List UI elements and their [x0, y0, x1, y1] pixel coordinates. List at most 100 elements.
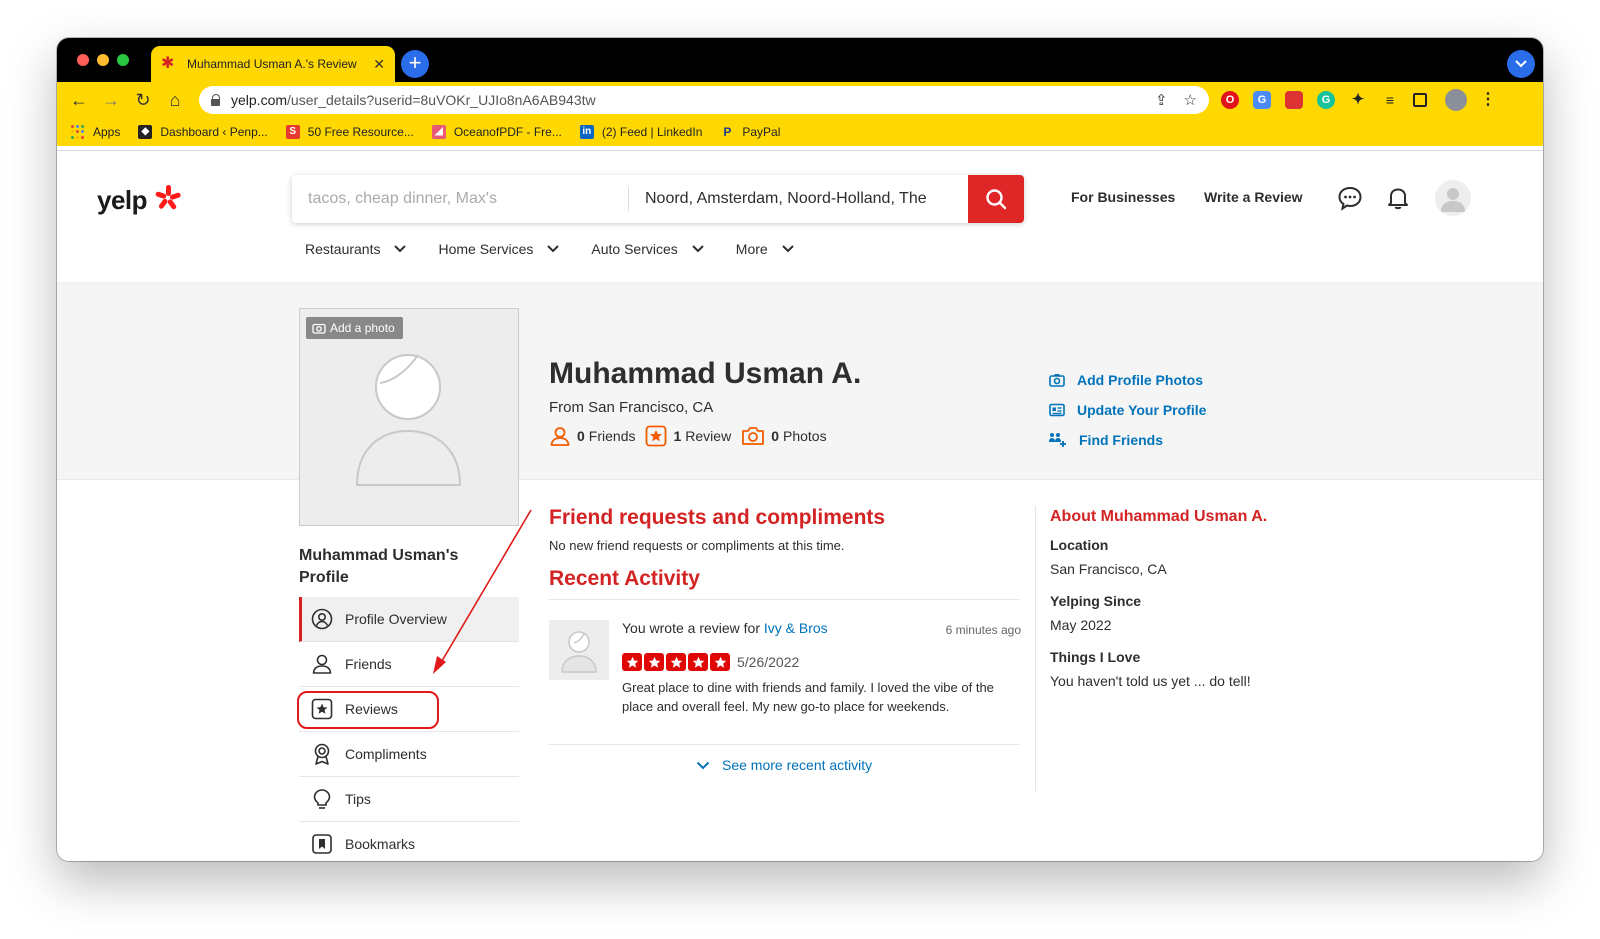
profile-name: Muhammad Usman A. — [549, 357, 862, 390]
review-star-icon — [646, 425, 667, 447]
home-icon[interactable]: ⌂ — [163, 88, 187, 112]
profile-actions: Add Profile Photos Update Your Profile F… — [1049, 365, 1206, 455]
translate-extension-icon[interactable]: G — [1253, 91, 1271, 109]
tips-lightbulb-icon — [313, 789, 331, 809]
yelp-logo[interactable]: yelp — [97, 185, 148, 216]
see-more-activity-link[interactable]: See more recent activity — [696, 757, 872, 773]
bookmark-paypal[interactable]: P PayPal — [720, 125, 780, 139]
user-avatar[interactable] — [1435, 180, 1471, 216]
linkedin-icon: in — [579, 125, 594, 139]
penpal-icon: ◆ — [138, 125, 153, 139]
close-window-button[interactable] — [77, 54, 89, 66]
lock-icon[interactable] — [211, 94, 221, 106]
recent-activity-heading: Recent Activity — [549, 567, 700, 590]
profile-photo[interactable]: Add a photo — [299, 308, 519, 526]
add-friends-icon — [1049, 433, 1066, 447]
apps-grid-icon — [71, 125, 85, 139]
activity-timestamp: 6 minutes ago — [945, 623, 1021, 637]
yelping-since-value: May 2022 — [1050, 617, 1112, 633]
category-restaurants[interactable]: Restaurants — [305, 241, 407, 257]
compliments-award-icon — [314, 743, 330, 765]
notifications-bell-icon[interactable] — [1385, 185, 1411, 211]
profile-location: From San Francisco, CA — [549, 399, 714, 416]
new-tab-button[interactable]: + — [401, 50, 429, 78]
photos-stat[interactable]: 0 Photos — [741, 425, 827, 447]
main-column: Friend requests and compliments No new f… — [549, 506, 1021, 600]
bookmarks-bar: Apps ◆ Dashboard ‹ Penp... S 50 Free Res… — [57, 118, 1543, 146]
bookmark-oceanofpdf[interactable]: ◢ OceanofPDF - Fre... — [431, 125, 562, 139]
search-find-input[interactable] — [292, 175, 628, 223]
activity-item: You wrote a review for Ivy & Bros 6 minu… — [549, 620, 1021, 740]
minimize-window-button[interactable] — [97, 54, 109, 66]
nav-reviews[interactable]: Reviews — [299, 687, 519, 732]
default-avatar-icon — [1441, 188, 1465, 212]
location-label: Location — [1050, 537, 1109, 553]
resource-s-icon: S — [285, 125, 300, 139]
browser-window: ✱ Muhammad Usman A.'s Review ✕ + ← → ↻ ⌂… — [57, 38, 1543, 861]
camera-icon — [312, 323, 326, 334]
menu-kebab-icon[interactable]: ⋮ — [1479, 91, 1497, 109]
nav-compliments[interactable]: Compliments — [299, 732, 519, 777]
bookmark-dashboard[interactable]: ◆ Dashboard ‹ Penp... — [138, 125, 268, 139]
tab-title: Muhammad Usman A.'s Review — [187, 57, 357, 71]
browser-tab[interactable]: ✱ Muhammad Usman A.'s Review ✕ — [151, 46, 395, 82]
business-link[interactable]: Ivy & Bros — [764, 620, 828, 636]
back-arrow-icon[interactable]: ← — [67, 88, 91, 112]
update-profile-link[interactable]: Update Your Profile — [1049, 395, 1206, 425]
close-tab-icon[interactable]: ✕ — [373, 56, 385, 73]
category-home-services[interactable]: Home Services — [438, 241, 560, 257]
add-profile-photos-link[interactable]: Add Profile Photos — [1049, 365, 1206, 395]
yelp-page: yelp For Businesses Write a Review — [57, 151, 1543, 861]
maximize-window-button[interactable] — [117, 54, 129, 66]
find-friends-link[interactable]: Find Friends — [1049, 425, 1206, 455]
nav-bookmarks[interactable]: Bookmarks — [299, 822, 519, 861]
share-icon[interactable]: ⇪ — [1155, 91, 1168, 109]
messages-icon[interactable] — [1337, 185, 1363, 211]
paypal-icon: P — [720, 125, 735, 139]
friend-requests-heading: Friend requests and compliments — [549, 506, 886, 529]
address-bar[interactable]: yelp.com/user_details?userid=8uVOKr_UJIo… — [199, 86, 1209, 114]
rating-star-icon — [644, 653, 664, 671]
star-rating: 5/26/2022 — [622, 653, 799, 671]
forward-arrow-icon[interactable]: → — [99, 88, 123, 112]
things-i-love-label: Things I Love — [1050, 649, 1141, 665]
nav-profile-overview[interactable]: Profile Overview — [299, 597, 519, 642]
pdf-extension-icon[interactable] — [1285, 91, 1303, 109]
reload-icon[interactable]: ↻ — [131, 88, 155, 112]
location-value: San Francisco, CA — [1050, 561, 1167, 577]
reading-list-icon[interactable]: ≡ — [1381, 91, 1399, 109]
rating-star-icon — [688, 653, 708, 671]
yelp-burst-icon[interactable] — [154, 184, 182, 212]
search-button[interactable] — [968, 175, 1024, 223]
write-review-link[interactable]: Write a Review — [1204, 189, 1303, 205]
nav-friends[interactable]: Friends — [299, 642, 519, 687]
nav-tips[interactable]: Tips — [299, 777, 519, 822]
search-near-input[interactable] — [629, 175, 968, 223]
bookmark-star-icon[interactable]: ☆ — [1184, 91, 1197, 109]
opera-extension-icon[interactable]: O — [1221, 91, 1239, 109]
profile-nav-title: Muhammad Usman's Profile — [299, 547, 459, 586]
url-text[interactable]: yelp.com/user_details?userid=8uVOKr_UJIo… — [231, 92, 1139, 108]
reviews-stat[interactable]: 1 Review — [645, 425, 731, 447]
search-icon — [986, 189, 1007, 210]
side-panel-icon[interactable] — [1413, 93, 1427, 107]
chevron-down-icon — [781, 245, 794, 253]
profile-avatar-icon[interactable] — [1445, 89, 1467, 111]
extensions-puzzle-icon[interactable]: ✦ — [1349, 91, 1367, 109]
chevron-down-icon — [692, 245, 704, 253]
browser-toolbar: ← → ↻ ⌂ yelp.com/user_details?userid=8uV… — [57, 82, 1543, 118]
grammarly-extension-icon[interactable]: G — [1317, 91, 1335, 109]
tab-search-button[interactable] — [1507, 50, 1535, 78]
bookmark-apps[interactable]: Apps — [71, 125, 120, 139]
oceanofpdf-icon: ◢ — [431, 125, 446, 139]
category-more[interactable]: More — [736, 241, 794, 257]
add-photo-button[interactable]: Add a photo — [306, 317, 403, 339]
category-nav: Restaurants Home Services Auto Services … — [305, 241, 826, 257]
bookmark-free-resources[interactable]: S 50 Free Resource... — [285, 125, 414, 139]
chevron-down-icon — [696, 761, 710, 769]
category-auto-services[interactable]: Auto Services — [591, 241, 704, 257]
bookmark-linkedin[interactable]: in (2) Feed | LinkedIn — [579, 125, 702, 139]
for-businesses-link[interactable]: For Businesses — [1071, 189, 1175, 205]
friends-stat[interactable]: 0 Friends — [549, 425, 635, 447]
business-thumbnail[interactable] — [549, 620, 609, 680]
